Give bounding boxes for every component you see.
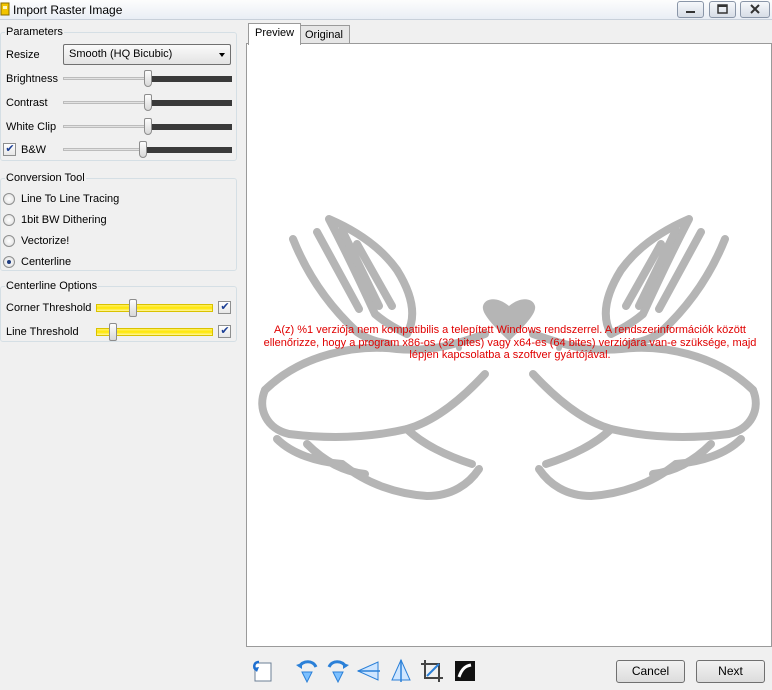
check-icon: ✔ (5, 143, 15, 155)
line-threshold-label: Line Threshold (6, 326, 79, 338)
line-threshold-slider[interactable] (96, 323, 213, 341)
maximize-icon (717, 4, 728, 14)
crop-icon[interactable] (419, 658, 445, 684)
slider-thumb[interactable] (129, 299, 137, 317)
radio-bw-dithering[interactable] (3, 214, 15, 226)
bw-label: B&W (21, 144, 47, 156)
resize-select-value: Smooth (HQ Bicubic) (69, 48, 173, 60)
cancel-button[interactable]: Cancel (616, 660, 685, 683)
corner-threshold-slider[interactable] (96, 299, 213, 317)
close-icon (750, 4, 760, 14)
slider-track (96, 304, 213, 312)
minimize-icon (686, 11, 695, 13)
conversion-tool-title: Conversion Tool (5, 172, 86, 184)
bw-checkbox[interactable]: ✔ (3, 143, 16, 156)
white-clip-slider[interactable] (63, 117, 232, 135)
centerline-options-title: Centerline Options (5, 280, 99, 292)
app-icon (0, 2, 10, 16)
white-clip-label: White Clip (6, 121, 57, 133)
rotate-right-icon[interactable] (325, 658, 351, 684)
radio-vectorize[interactable] (3, 235, 15, 247)
next-button[interactable]: Next (696, 660, 765, 683)
flip-horizontal-icon[interactable] (356, 658, 382, 684)
maximize-button[interactable] (709, 1, 736, 18)
radio-label-line-to-line: Line To Line Tracing (21, 193, 120, 205)
check-icon: ✔ (220, 325, 230, 337)
contrast-slider[interactable] (63, 93, 232, 111)
error-message: A(z) %1 verziója nem kompatibilis a tele… (263, 324, 757, 361)
slider-fill (148, 124, 232, 130)
minimize-button[interactable] (677, 1, 704, 18)
reset-icon[interactable] (250, 658, 276, 684)
rotate-left-icon[interactable] (294, 658, 320, 684)
slider-fill (148, 100, 232, 106)
radio-centerline[interactable] (3, 256, 15, 268)
contrast-label: Contrast (6, 97, 48, 109)
corner-threshold-label: Corner Threshold (6, 302, 92, 314)
tab-preview[interactable]: Preview (248, 23, 302, 45)
radio-label-vectorize: Vectorize! (21, 235, 70, 247)
radio-line-to-line[interactable] (3, 193, 15, 205)
resize-label: Resize (6, 49, 40, 61)
line-threshold-checkbox[interactable]: ✔ (218, 325, 231, 338)
slider-fill (143, 147, 232, 153)
bw-slider[interactable] (63, 140, 232, 158)
invert-icon[interactable] (452, 658, 478, 684)
chevron-down-icon (219, 53, 225, 57)
slider-fill (148, 76, 232, 82)
slider-thumb[interactable] (144, 70, 152, 87)
slider-thumb[interactable] (139, 141, 147, 158)
tab-original[interactable]: Original (298, 25, 350, 44)
brightness-label: Brightness (6, 73, 58, 85)
radio-label-bw-dithering: 1bit BW Dithering (21, 214, 107, 226)
radio-label-centerline: Centerline (21, 256, 72, 268)
check-icon: ✔ (220, 301, 230, 313)
radio-dot (7, 260, 11, 264)
parameters-title: Parameters (5, 26, 64, 38)
slider-thumb[interactable] (144, 118, 152, 135)
brightness-slider[interactable] (63, 69, 232, 87)
window-title: Import Raster Image (13, 3, 123, 17)
slider-thumb[interactable] (109, 323, 117, 341)
resize-select[interactable]: Smooth (HQ Bicubic) (63, 44, 231, 65)
slider-thumb[interactable] (144, 94, 152, 111)
close-button[interactable] (740, 1, 770, 18)
title-bar: Import Raster Image (0, 0, 772, 20)
flip-vertical-icon[interactable] (388, 658, 414, 684)
corner-threshold-checkbox[interactable]: ✔ (218, 301, 231, 314)
